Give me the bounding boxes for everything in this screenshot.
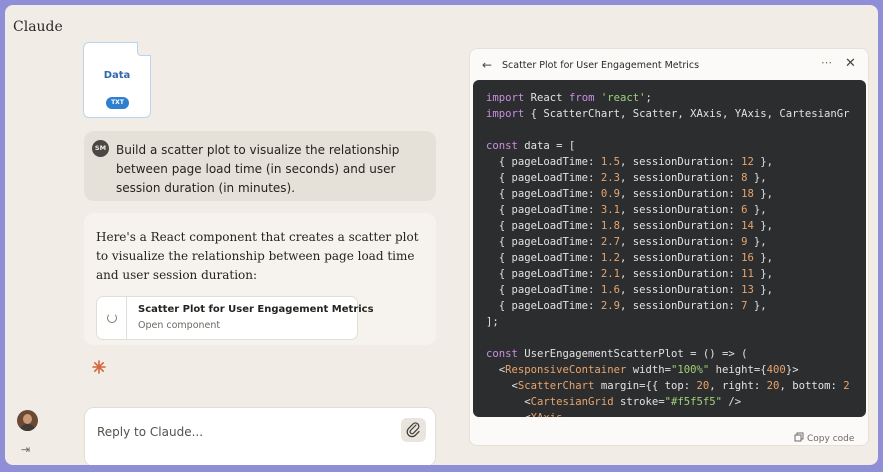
back-arrow-icon[interactable]: ←	[482, 58, 492, 72]
file-name: Data	[103, 70, 131, 81]
reply-box[interactable]: Reply to Claude...	[84, 407, 436, 465]
artifact-chip[interactable]: Scatter Plot for User Engagement Metrics…	[96, 296, 374, 340]
assistant-message-text: Here's a React component that creates a …	[96, 230, 419, 282]
paperclip-icon	[406, 422, 420, 438]
code-line: { pageLoadTime: 1.5, sessionDuration: 12…	[486, 156, 774, 168]
code-line: { pageLoadTime: 2.7, sessionDuration: 9 …	[486, 236, 767, 248]
code-line: const UserEngagementScatterPlot = () => …	[486, 348, 748, 360]
assistant-message: Here's a React component that creates a …	[84, 213, 436, 345]
code-line: { pageLoadTime: 1.6, sessionDuration: 13…	[486, 284, 774, 296]
code-line: const data = [	[486, 140, 576, 152]
user-message: SM Build a scatter plot to visualize the…	[84, 131, 436, 201]
code-line: <CartesianGrid stroke="#f5f5f5" />	[486, 396, 742, 408]
artifact-chip-icon-area	[97, 297, 127, 339]
close-icon[interactable]: ✕	[845, 56, 856, 71]
app-title: Claude	[13, 19, 63, 35]
sidebar-expand-icon[interactable]: ⇥	[21, 443, 30, 456]
artifact-panel-title: Scatter Plot for User Engagement Metrics	[502, 60, 700, 71]
code-line: <XAxis	[486, 410, 850, 417]
code-line: { pageLoadTime: 1.8, sessionDuration: 14…	[486, 220, 774, 232]
artifact-panel: ← Scatter Plot for User Engagement Metri…	[469, 48, 869, 446]
avatar-face	[23, 414, 32, 424]
copy-code-label: Copy code	[807, 434, 855, 444]
reply-input[interactable]: Reply to Claude...	[97, 425, 203, 439]
code-line: import { ScatterChart, Scatter, XAxis, Y…	[486, 108, 850, 120]
code-line: ];	[486, 316, 499, 328]
user-avatar[interactable]	[17, 410, 38, 431]
attach-button[interactable]	[401, 418, 426, 442]
artifact-chip-title: Scatter Plot for User Engagement Metrics	[138, 304, 374, 315]
file-fold-icon	[137, 42, 151, 56]
loader-icon	[107, 313, 117, 323]
code-content: import React from 'react'; import { Scatt…	[486, 90, 850, 417]
more-options-icon[interactable]: ⋯	[821, 56, 833, 69]
code-line: import React from 'react';	[486, 92, 652, 104]
code-line: { pageLoadTime: 3.1, sessionDuration: 6 …	[486, 204, 767, 216]
code-block: import React from 'react'; import { Scatt…	[473, 80, 866, 417]
app-window: Claude Data TXT SM Build a scatter plot …	[5, 5, 878, 465]
claude-spark-icon	[92, 360, 106, 377]
code-line: { pageLoadTime: 0.9, sessionDuration: 18…	[486, 188, 774, 200]
user-initials-avatar: SM	[92, 140, 109, 157]
code-line: { pageLoadTime: 2.9, sessionDuration: 7 …	[486, 300, 767, 312]
copy-icon	[794, 432, 804, 442]
artifact-chip-subtitle: Open component	[138, 320, 221, 331]
code-line: <ResponsiveContainer width="100%" height…	[486, 364, 799, 376]
avatar-body	[20, 424, 35, 431]
code-line: { pageLoadTime: 1.2, sessionDuration: 16…	[486, 252, 774, 264]
code-line: { pageLoadTime: 2.1, sessionDuration: 11…	[486, 268, 774, 280]
file-type-badge: TXT	[106, 97, 129, 109]
user-message-text: Build a scatter plot to visualize the re…	[116, 143, 400, 195]
file-attachment-card[interactable]: Data TXT	[83, 42, 151, 118]
copy-code-button[interactable]: Copy code	[794, 432, 854, 444]
code-line: <ScatterChart margin={{ top: 20, right: …	[486, 380, 850, 392]
code-line: { pageLoadTime: 2.3, sessionDuration: 8 …	[486, 172, 767, 184]
